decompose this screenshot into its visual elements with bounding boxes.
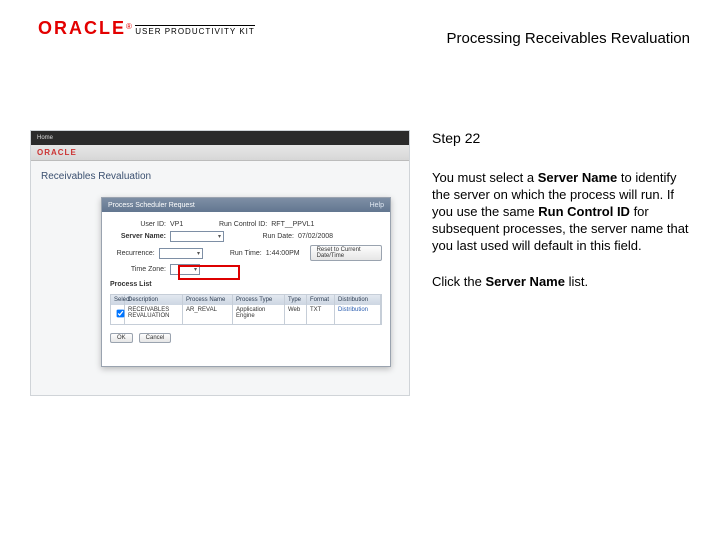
col-select: Select [111,295,125,305]
app-brand: ORACLE [37,148,77,157]
process-list-grid: Select Description Process Name Process … [110,294,382,325]
process-scheduler-modal: Process Scheduler Request Help User ID: … [101,197,391,367]
instruction-body: You must select a Server Name to identif… [432,170,692,254]
server-name-select[interactable]: ▾ [170,231,224,242]
rundate-label: Run Date: [238,233,294,240]
instruction-action: Click the Server Name list. [432,274,692,291]
col-description: Description [125,295,183,305]
cancel-button[interactable]: Cancel [139,333,172,343]
runctl-label: Run Control ID: [211,221,267,228]
callout-highlight [178,265,240,280]
row-process-type: Application Engine [233,305,285,324]
modal-help-link[interactable]: Help [370,202,384,209]
nav-home: Home [37,135,53,141]
server-name-label: Server Name: [110,233,166,240]
document-title: Processing Receivables Revaluation [447,30,690,47]
process-list-heading: Process List [110,281,382,288]
col-type: Type [285,295,307,305]
recurrence-select[interactable]: ▾ [159,248,203,259]
row-format: TXT [307,305,335,324]
col-process-name: Process Name [183,295,233,305]
row-select-checkbox[interactable] [117,310,125,318]
user-id-value: VP1 [170,221,183,228]
reset-time-button[interactable]: Reset to Current Date/Time [310,245,382,261]
row-description: RECEIVABLES REVALUATION [125,305,183,324]
modal-titlebar: Process Scheduler Request Help [102,198,390,212]
logo-text: ORACLE [38,18,126,38]
col-process-type: Process Type [233,295,285,305]
row-distribution-link[interactable]: Distribution [335,305,381,324]
grid-row: RECEIVABLES REVALUATION AR_REVAL Applica… [111,305,381,324]
page-header: ORACLE® USER PRODUCTIVITY KIT Processing… [0,18,720,62]
logo-reg: ® [126,22,132,31]
user-id-label: User ID: [110,221,166,228]
col-distribution: Distribution [335,295,381,305]
runctl-value: RFT__PPVL1 [271,221,314,228]
row-type: Web [285,305,307,324]
timezone-label: Time Zone: [110,266,166,273]
chevron-down-icon: ▾ [197,250,200,257]
row-process-name: AR_REVAL [183,305,233,324]
col-format: Format [307,295,335,305]
chevron-down-icon: ▾ [218,233,221,240]
ok-button[interactable]: OK [110,333,133,343]
recurrence-label: Recurrence: [110,250,155,257]
runtime-value: 1:44:00PM [266,250,300,257]
app-topbar: Home [31,131,409,145]
step-label: Step 22 [432,130,692,146]
runtime-label: Run Time: [217,250,262,257]
grid-header: Select Description Process Name Process … [111,295,381,305]
logo-subline: USER PRODUCTIVITY KIT [135,25,255,36]
app-page-title: Receivables Revaluation [41,171,399,182]
rundate-value: 07/02/2008 [298,233,333,240]
app-brandbar: ORACLE [31,145,409,161]
instruction-panel: Step 22 You must select a Server Name to… [432,130,692,311]
embedded-screenshot: Home ORACLE Receivables Revaluation Proc… [30,130,410,396]
oracle-logo: ORACLE® USER PRODUCTIVITY KIT [38,18,255,39]
modal-title: Process Scheduler Request [108,202,195,209]
